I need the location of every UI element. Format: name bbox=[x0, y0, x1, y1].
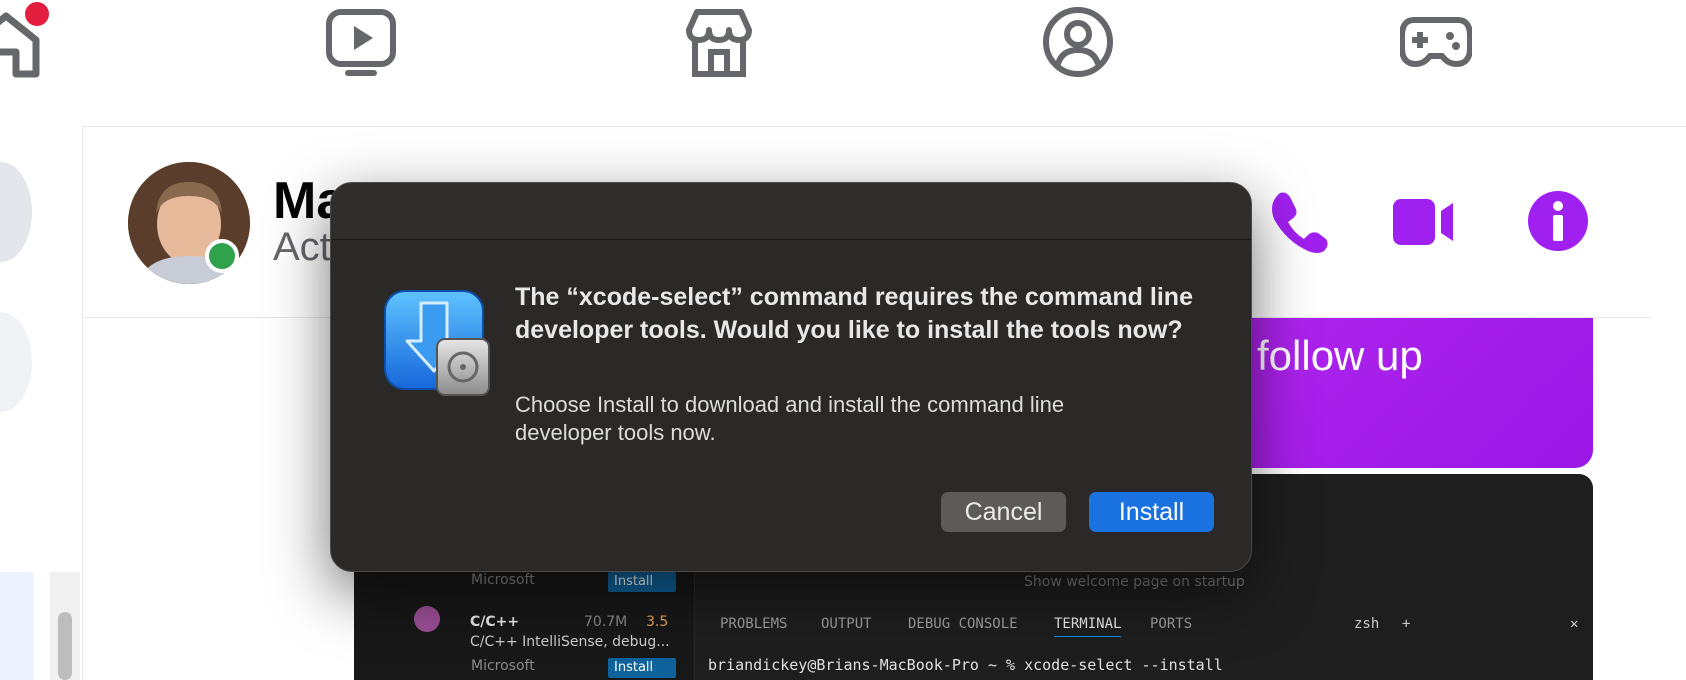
close-panel-icon[interactable]: ✕ bbox=[1570, 616, 1578, 632]
software-update-icon bbox=[383, 289, 491, 397]
scrollbar-thumb[interactable] bbox=[58, 612, 72, 680]
new-terminal-icon[interactable]: + bbox=[1402, 616, 1410, 632]
video-call-icon[interactable] bbox=[1391, 189, 1455, 253]
notification-dot bbox=[25, 2, 49, 26]
info-icon[interactable] bbox=[1526, 189, 1590, 253]
phone-icon[interactable] bbox=[1266, 189, 1330, 253]
dialog-titlebar bbox=[331, 183, 1251, 240]
install-button[interactable]: Install bbox=[1089, 492, 1214, 532]
dialog-message: Choose Install to download and install t… bbox=[515, 392, 1065, 445]
extension-name: C/C++ bbox=[470, 614, 520, 630]
message-text: follow up bbox=[1257, 332, 1423, 379]
terminal-command-line: briandickey@Brians-MacBook-Pro ~ % xcode… bbox=[708, 656, 1223, 674]
cpp-extension-icon bbox=[414, 606, 440, 632]
cancel-button[interactable]: Cancel bbox=[941, 492, 1066, 532]
tab-terminal[interactable]: TERMINAL bbox=[1054, 616, 1122, 637]
video-icon[interactable] bbox=[325, 6, 397, 78]
welcome-checkbox-label[interactable]: Show welcome page on startup bbox=[1024, 574, 1245, 590]
left-sidebar bbox=[0, 126, 83, 680]
dialog-title: The “xcode-select” command requires the … bbox=[515, 283, 1193, 344]
contact-status: Act bbox=[273, 225, 331, 269]
extension-install-button[interactable]: Install bbox=[608, 658, 676, 678]
install-tools-dialog: The “xcode-select” command requires the … bbox=[330, 182, 1252, 572]
extension-publisher: Microsoft bbox=[471, 658, 535, 674]
tab-problems[interactable]: PROBLEMS bbox=[720, 616, 787, 632]
tab-output[interactable]: OUTPUT bbox=[821, 616, 872, 632]
extension-install-button[interactable]: Install bbox=[608, 572, 676, 592]
extension-description: C/C++ IntelliSense, debug... bbox=[470, 634, 670, 650]
home-icon[interactable] bbox=[0, 2, 49, 78]
gaming-icon[interactable] bbox=[1399, 6, 1473, 78]
extension-downloads: 70.7M bbox=[584, 614, 628, 630]
terminal-shell-label[interactable]: zsh bbox=[1354, 616, 1379, 632]
sidebar-item[interactable] bbox=[0, 312, 32, 412]
sidebar-selected-item bbox=[0, 572, 34, 680]
online-status-dot bbox=[205, 239, 239, 273]
tab-ports[interactable]: PORTS bbox=[1150, 616, 1192, 632]
top-navigation-bar bbox=[0, 0, 1686, 127]
extension-publisher: Microsoft bbox=[471, 572, 535, 588]
marketplace-icon[interactable] bbox=[683, 6, 755, 78]
tab-debug-console[interactable]: DEBUG CONSOLE bbox=[908, 616, 1018, 632]
groups-icon[interactable] bbox=[1042, 6, 1114, 78]
extension-rating: 3.5 bbox=[646, 614, 669, 630]
sidebar-avatar[interactable] bbox=[0, 162, 32, 262]
